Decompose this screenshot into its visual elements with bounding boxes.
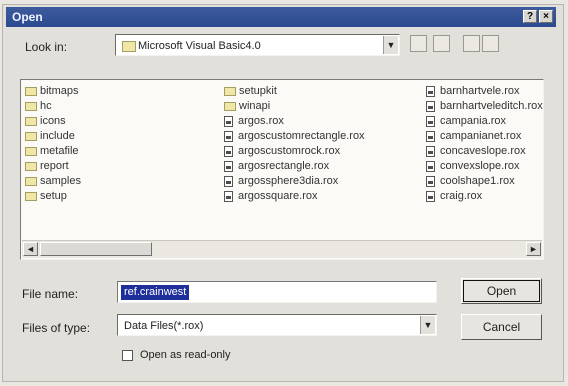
- list-item[interactable]: convexslope.rox: [426, 159, 543, 174]
- files-of-type-value: Data Files(*.rox): [124, 320, 204, 332]
- list-item[interactable]: icons: [25, 114, 81, 129]
- list-item[interactable]: argos.rox: [224, 114, 365, 129]
- help-icon[interactable]: ?: [523, 10, 537, 23]
- document-icon: [426, 131, 435, 142]
- document-icon: [224, 116, 233, 127]
- list-item[interactable]: argossquare.rox: [224, 189, 365, 204]
- document-icon: [426, 146, 435, 157]
- list-item[interactable]: argossphere3dia.rox: [224, 174, 365, 189]
- list-item[interactable]: bitmaps: [25, 84, 81, 99]
- look-in-dropdown[interactable]: Microsoft Visual Basic4.0 ▼: [115, 34, 400, 56]
- file-name-value: ref.crainwest: [121, 285, 190, 300]
- look-in-label: Look in:: [25, 40, 68, 54]
- list-item[interactable]: report: [25, 159, 81, 174]
- list-item[interactable]: craig.rox: [426, 189, 543, 204]
- horizontal-scrollbar[interactable]: ◄ ►: [22, 240, 542, 258]
- document-icon: [224, 176, 233, 187]
- list-item[interactable]: hc: [25, 99, 81, 114]
- scroll-right-icon[interactable]: ►: [526, 242, 541, 256]
- list-item[interactable]: metafile: [25, 144, 81, 159]
- list-item[interactable]: barnhartvele.rox: [426, 84, 543, 99]
- document-icon: [426, 86, 435, 97]
- list-item[interactable]: samples: [25, 174, 81, 189]
- folder-icon: [25, 162, 37, 171]
- look-in-value: Microsoft Visual Basic4.0: [138, 40, 261, 52]
- list-item[interactable]: argosrectangle.rox: [224, 159, 365, 174]
- list-item[interactable]: campanianet.rox: [426, 129, 543, 144]
- file-column-2: setupkit winapi argos.rox argoscustomrec…: [224, 84, 365, 204]
- folder-icon: [25, 192, 37, 201]
- scroll-left-icon[interactable]: ◄: [23, 242, 38, 256]
- list-item[interactable]: setup: [25, 189, 81, 204]
- folder-icon: [122, 41, 136, 52]
- document-icon: [426, 101, 435, 112]
- file-column-3: barnhartvele.rox barnhartveleditch.rox c…: [426, 84, 543, 204]
- close-icon[interactable]: ×: [539, 10, 553, 23]
- folder-icon: [25, 132, 37, 141]
- title-bar: Open ? ×: [6, 7, 556, 27]
- document-icon: [224, 161, 233, 172]
- list-view-icon[interactable]: [463, 35, 480, 52]
- up-folder-icon[interactable]: [410, 35, 427, 52]
- document-icon: [426, 116, 435, 127]
- list-item[interactable]: concaveslope.rox: [426, 144, 543, 159]
- document-icon: [224, 131, 233, 142]
- document-icon: [224, 146, 233, 157]
- list-item[interactable]: argoscustomrock.rox: [224, 144, 365, 159]
- files-of-type-dropdown[interactable]: Data Files(*.rox) ▼: [117, 314, 437, 336]
- read-only-checkbox[interactable]: [122, 350, 133, 361]
- list-item[interactable]: winapi: [224, 99, 365, 114]
- document-icon: [426, 161, 435, 172]
- file-name-input[interactable]: ref.crainwest: [117, 281, 437, 303]
- file-column-1: bitmaps hc icons include metafile report…: [25, 84, 81, 204]
- folder-icon: [224, 102, 236, 111]
- folder-icon: [25, 117, 37, 126]
- cancel-button[interactable]: Cancel: [461, 314, 542, 340]
- file-list[interactable]: bitmaps hc icons include metafile report…: [20, 79, 544, 260]
- open-button[interactable]: Open: [461, 278, 542, 304]
- folder-icon: [25, 87, 37, 96]
- chevron-down-icon[interactable]: ▼: [420, 316, 435, 334]
- list-item[interactable]: setupkit: [224, 84, 365, 99]
- files-of-type-label: Files of type:: [22, 321, 91, 335]
- read-only-label: Open as read-only: [140, 349, 231, 361]
- file-name-label: File name:: [22, 287, 79, 301]
- document-icon: [224, 191, 233, 202]
- window-title: Open: [12, 10, 43, 24]
- details-view-icon[interactable]: [482, 35, 499, 52]
- folder-icon: [25, 177, 37, 186]
- document-icon: [426, 176, 435, 187]
- folder-icon: [25, 147, 37, 156]
- list-item[interactable]: barnhartveleditch.rox: [426, 99, 543, 114]
- document-icon: [426, 191, 435, 202]
- scroll-thumb[interactable]: [40, 242, 152, 256]
- chevron-down-icon[interactable]: ▼: [383, 36, 398, 54]
- new-folder-icon[interactable]: [433, 35, 450, 52]
- list-item[interactable]: argoscustomrectangle.rox: [224, 129, 365, 144]
- list-item[interactable]: coolshape1.rox: [426, 174, 543, 189]
- folder-icon: [25, 102, 37, 111]
- list-item[interactable]: campania.rox: [426, 114, 543, 129]
- folder-icon: [224, 87, 236, 96]
- list-item[interactable]: include: [25, 129, 81, 144]
